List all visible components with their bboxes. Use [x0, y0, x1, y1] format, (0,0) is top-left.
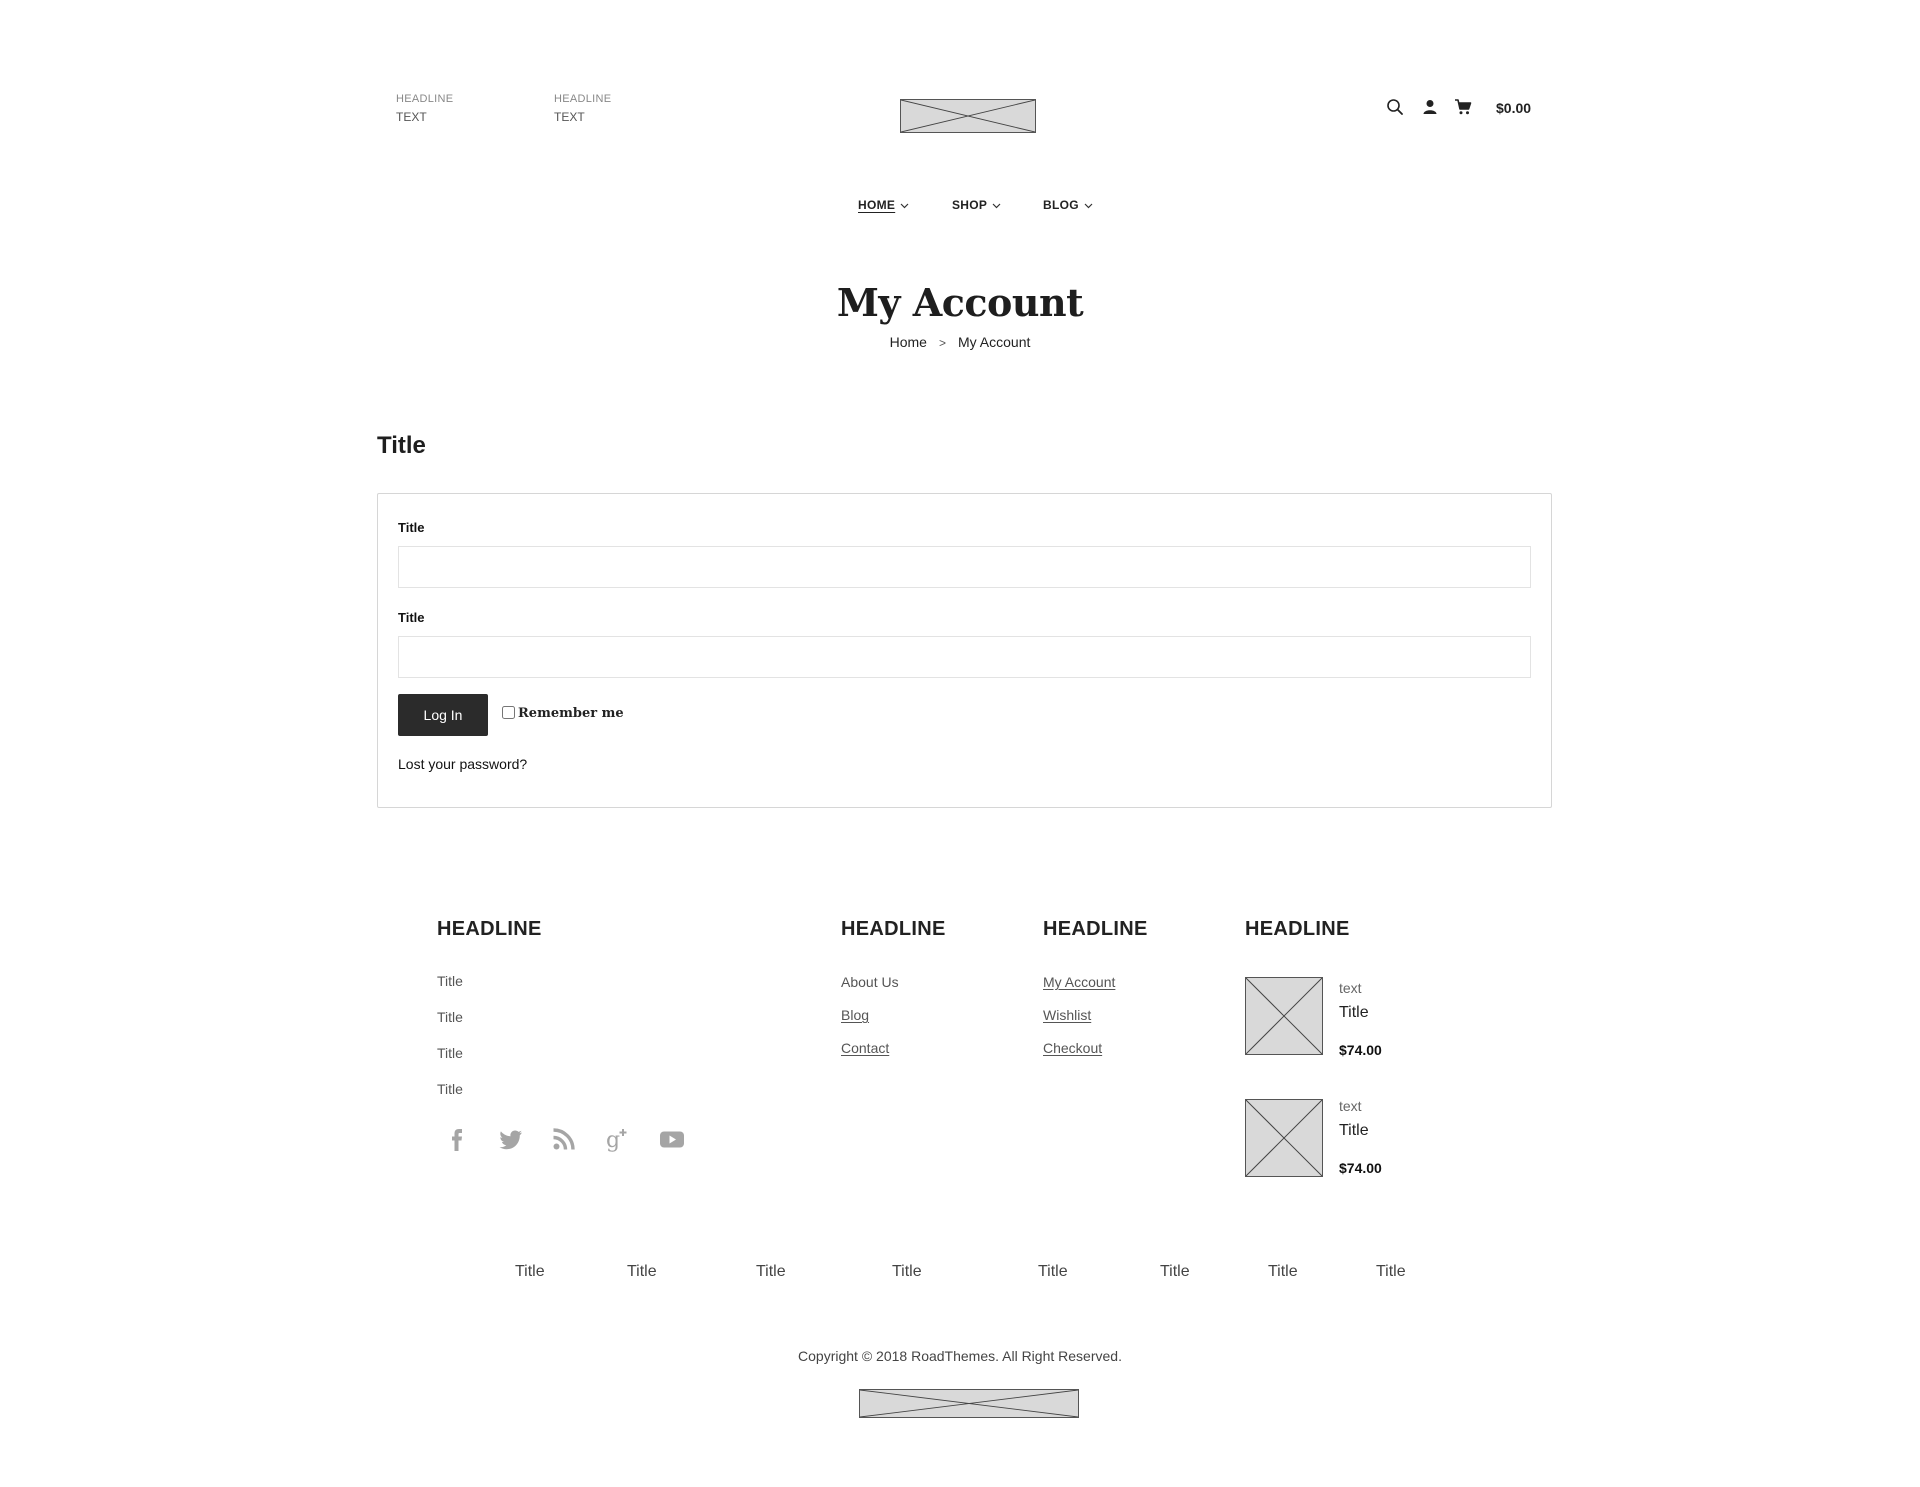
- username-input[interactable]: [398, 546, 1531, 588]
- product-thumbnail[interactable]: [1245, 977, 1323, 1055]
- svg-text:g: g: [606, 1128, 620, 1153]
- bottom-link[interactable]: Title: [1268, 1263, 1298, 1281]
- header-info-text: TEXT: [396, 110, 427, 124]
- lost-password-link[interactable]: Lost your password?: [398, 756, 527, 772]
- youtube-icon[interactable]: [658, 1125, 686, 1153]
- product-thumbnail[interactable]: [1245, 1099, 1323, 1177]
- footer-link-blog[interactable]: Blog: [841, 1007, 869, 1023]
- remember-me-checkbox[interactable]: [502, 706, 515, 719]
- footer-link-wishlist[interactable]: Wishlist: [1043, 1007, 1091, 1023]
- google-plus-icon[interactable]: g: [604, 1125, 632, 1153]
- product-title[interactable]: Title: [1339, 1122, 1369, 1140]
- bottom-link[interactable]: Title: [627, 1263, 657, 1281]
- login-button[interactable]: Log In: [398, 694, 488, 736]
- footer-link[interactable]: Title: [437, 973, 463, 989]
- rss-icon[interactable]: [550, 1125, 578, 1153]
- login-section-title: Title: [377, 432, 426, 459]
- breadcrumb-current: My Account: [958, 334, 1031, 350]
- field-label: Title: [398, 520, 425, 535]
- copyright-text: Copyright © 2018 RoadThemes. All Right R…: [798, 1348, 1122, 1364]
- chevron-down-icon: [992, 203, 1001, 209]
- nav-item-label: SHOP: [952, 198, 988, 212]
- bottom-link[interactable]: Title: [1038, 1263, 1068, 1281]
- password-input[interactable]: [398, 636, 1531, 678]
- nav-item-label: HOME: [858, 198, 896, 212]
- search-icon[interactable]: [1386, 98, 1404, 116]
- site-logo[interactable]: [900, 99, 1036, 133]
- bottom-link[interactable]: Title: [1160, 1263, 1190, 1281]
- bottom-link[interactable]: Title: [756, 1263, 786, 1281]
- nav-item-shop[interactable]: SHOP: [952, 198, 1001, 212]
- bottom-link[interactable]: Title: [515, 1263, 545, 1281]
- breadcrumb-separator: >: [938, 336, 946, 350]
- header-info-text: TEXT: [554, 110, 585, 124]
- bottom-link[interactable]: Title: [1376, 1263, 1406, 1281]
- product-title[interactable]: Title: [1339, 1004, 1369, 1022]
- footer-link[interactable]: Title: [437, 1045, 463, 1061]
- header-info-block: HEADLINE TEXT: [396, 93, 453, 124]
- header-info-headline: HEADLINE: [554, 93, 612, 105]
- chevron-down-icon: [1084, 203, 1093, 209]
- chevron-down-icon: [900, 203, 909, 209]
- cart-total[interactable]: $0.00: [1496, 100, 1531, 116]
- footer-headline: HEADLINE: [841, 918, 946, 940]
- login-form: Title Title Log In Remember me Lost your…: [377, 493, 1552, 808]
- field-label: Title: [398, 610, 425, 625]
- footer-link-my-account[interactable]: My Account: [1043, 974, 1115, 990]
- breadcrumb: Home > My Account: [0, 334, 1920, 350]
- facebook-icon[interactable]: [443, 1125, 471, 1153]
- product-text: text: [1339, 980, 1362, 996]
- product-price: $74.00: [1339, 1042, 1382, 1058]
- nav-item-label: BLOG: [1043, 198, 1079, 212]
- footer-headline: HEADLINE: [437, 918, 542, 940]
- header-info-block: HEADLINE TEXT: [554, 93, 611, 124]
- nav-item-home[interactable]: HOME: [858, 198, 909, 212]
- footer-link-about-us[interactable]: About Us: [841, 974, 899, 990]
- footer-link[interactable]: Title: [437, 1009, 463, 1025]
- product-text: text: [1339, 1098, 1362, 1114]
- remember-me-label: Remember me: [518, 706, 624, 721]
- footer-link-contact[interactable]: Contact: [841, 1040, 889, 1056]
- twitter-icon[interactable]: [497, 1125, 525, 1153]
- page-title: My Account: [836, 280, 1084, 325]
- footer-link[interactable]: Title: [437, 1081, 463, 1097]
- bottom-link[interactable]: Title: [892, 1263, 922, 1281]
- footer-headline: HEADLINE: [1245, 918, 1350, 940]
- footer-link-checkout[interactable]: Checkout: [1043, 1040, 1102, 1056]
- product-price: $74.00: [1339, 1160, 1382, 1176]
- nav-item-blog[interactable]: BLOG: [1043, 198, 1093, 212]
- header-info-headline: HEADLINE: [396, 93, 454, 105]
- user-icon[interactable]: [1421, 98, 1439, 116]
- payment-logos: [859, 1389, 1079, 1418]
- footer-headline: HEADLINE: [1043, 918, 1148, 940]
- cart-icon[interactable]: [1454, 98, 1472, 116]
- remember-me[interactable]: Remember me: [502, 706, 624, 721]
- breadcrumb-home[interactable]: Home: [890, 334, 927, 350]
